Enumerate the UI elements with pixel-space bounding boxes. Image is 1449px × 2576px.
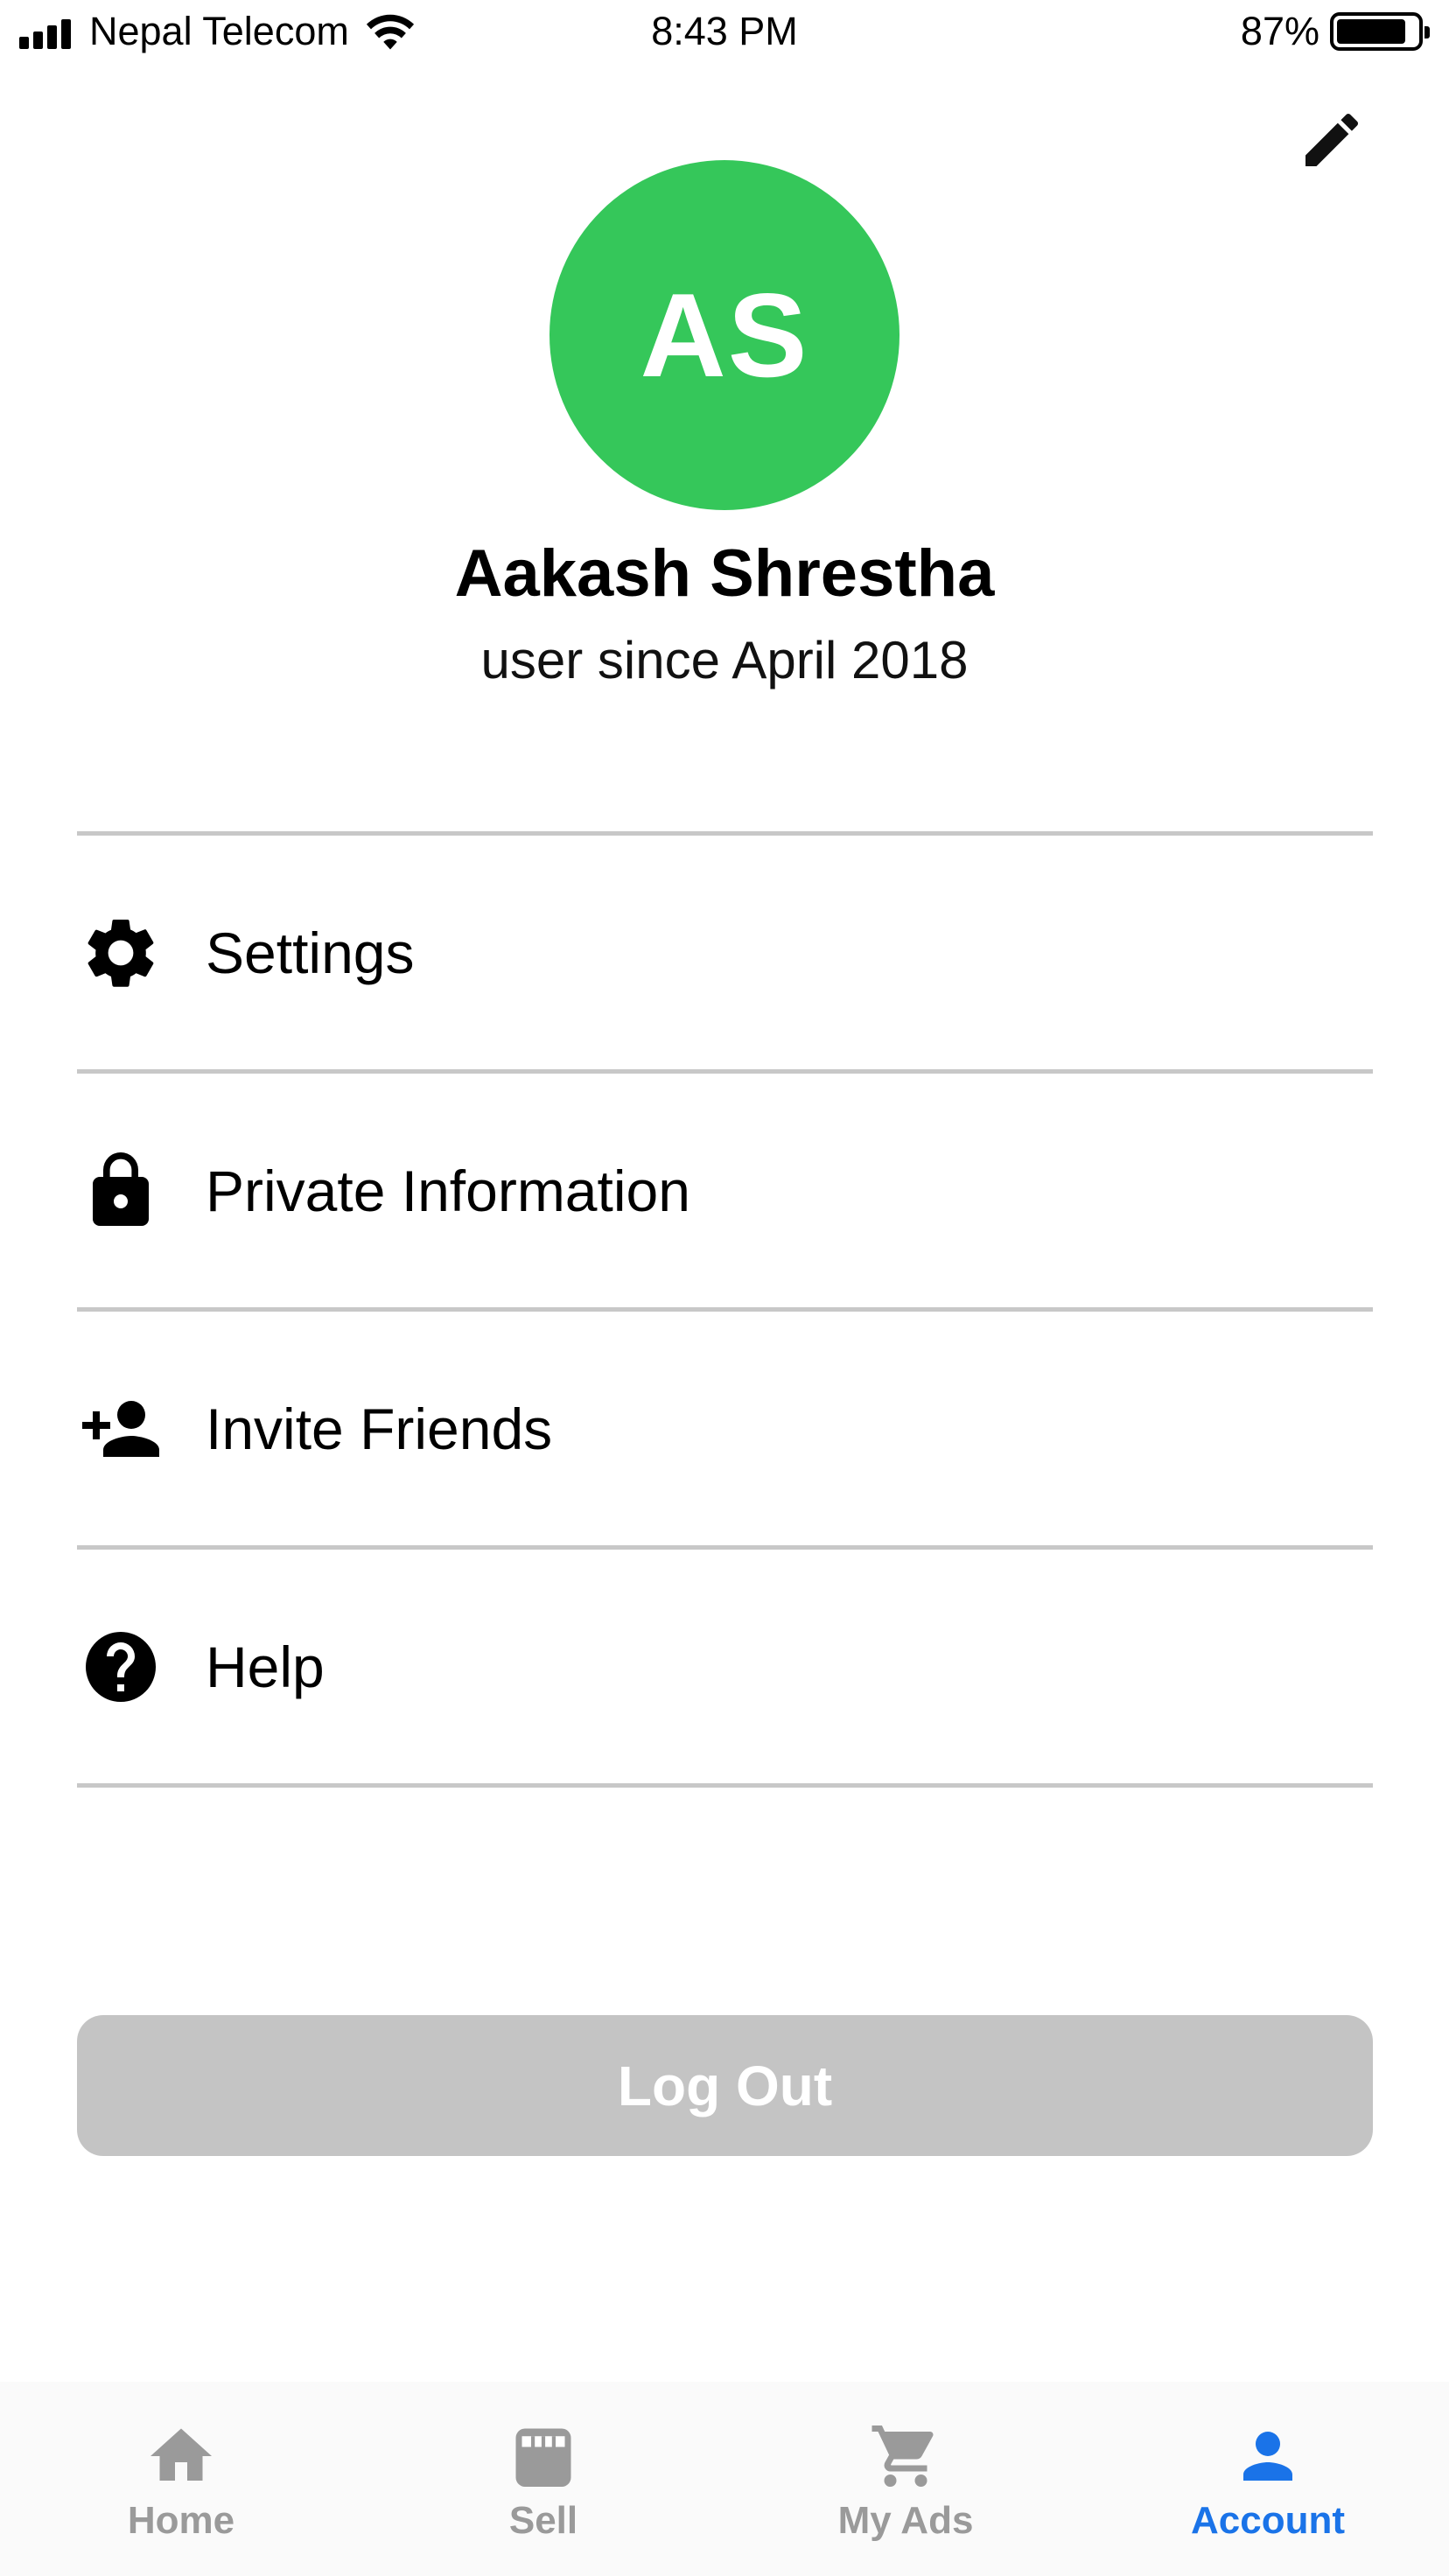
tab-account[interactable]: Account bbox=[1087, 2382, 1449, 2576]
menu-item-label: Help bbox=[206, 1634, 325, 1699]
divider bbox=[77, 1783, 1373, 1788]
home-icon bbox=[142, 2417, 220, 2496]
user-name: Aakash Shrestha bbox=[454, 536, 995, 611]
status-time: 8:43 PM bbox=[651, 9, 798, 53]
store-icon bbox=[504, 2417, 583, 2496]
logout-label: Log Out bbox=[617, 2054, 833, 2118]
menu-item-invite-friends[interactable]: Invite Friends bbox=[77, 1312, 1373, 1545]
battery-percent: 87% bbox=[1240, 9, 1320, 53]
tab-label: Sell bbox=[508, 2499, 578, 2542]
menu-item-help[interactable]: Help bbox=[77, 1550, 1373, 1783]
tab-label: Account bbox=[1191, 2499, 1345, 2542]
help-circle-icon bbox=[77, 1623, 164, 1711]
account-menu: Settings Private Information Invite Frie… bbox=[77, 831, 1373, 1788]
avatar-initials: AS bbox=[640, 269, 809, 402]
status-right: 87% bbox=[1240, 9, 1430, 54]
edit-profile-button[interactable] bbox=[1288, 96, 1376, 184]
bottom-tab-bar: Home Sell My Ads Account bbox=[0, 2382, 1449, 2576]
add-person-icon bbox=[77, 1385, 164, 1473]
menu-item-settings[interactable]: Settings bbox=[77, 836, 1373, 1069]
tab-label: Home bbox=[127, 2499, 235, 2542]
tab-label: My Ads bbox=[837, 2499, 974, 2542]
battery-fill bbox=[1337, 19, 1406, 44]
pencil-icon bbox=[1306, 113, 1359, 166]
menu-item-private-information[interactable]: Private Information bbox=[77, 1074, 1373, 1307]
battery-icon bbox=[1330, 12, 1430, 51]
avatar: AS bbox=[550, 160, 900, 510]
logout-button[interactable]: Log Out bbox=[77, 2015, 1373, 2156]
menu-item-label: Private Information bbox=[206, 1158, 690, 1223]
tab-my-ads[interactable]: My Ads bbox=[724, 2382, 1087, 2576]
account-screen: Nepal Telecom 8:43 PM 87% AS Aakash Shre… bbox=[0, 0, 1449, 2576]
tab-home[interactable]: Home bbox=[0, 2382, 362, 2576]
cart-icon bbox=[866, 2417, 945, 2496]
status-bar: Nepal Telecom 8:43 PM 87% bbox=[0, 0, 1449, 66]
menu-item-label: Invite Friends bbox=[206, 1396, 553, 1461]
gear-icon bbox=[77, 909, 164, 997]
user-since: user since April 2018 bbox=[480, 631, 969, 690]
person-icon bbox=[1228, 2417, 1307, 2496]
menu-item-label: Settings bbox=[206, 920, 415, 985]
lock-icon bbox=[77, 1147, 164, 1235]
tab-sell[interactable]: Sell bbox=[362, 2382, 724, 2576]
battery-tip bbox=[1424, 26, 1430, 38]
